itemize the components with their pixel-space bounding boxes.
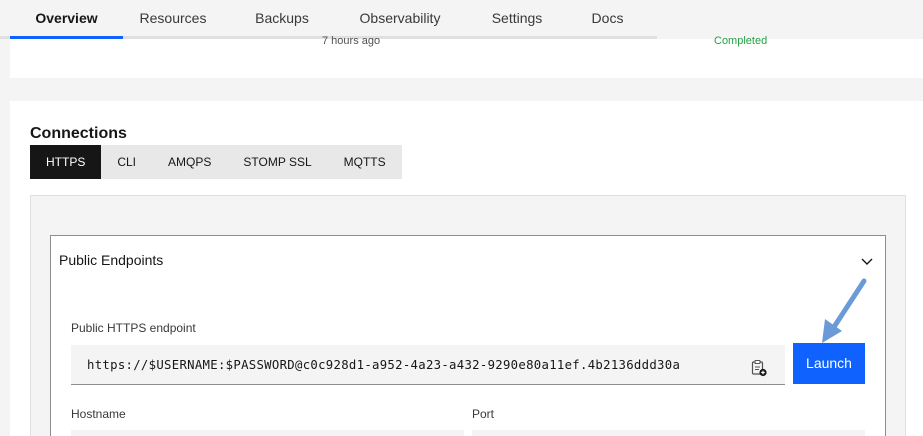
tab-https[interactable]: HTTPS — [30, 145, 102, 179]
hostname-field[interactable] — [71, 430, 464, 436]
accordion-title: Public Endpoints — [59, 252, 164, 268]
tab-observability[interactable]: Observability — [342, 0, 458, 39]
public-endpoints-accordion[interactable] — [50, 235, 886, 436]
summary-card: 7 hours ago Completed — [10, 35, 923, 78]
tab-docs[interactable]: Docs — [575, 0, 640, 39]
port-field[interactable] — [472, 430, 865, 436]
endpoint-field[interactable]: https://$USERNAME:$PASSWORD@c0c928d1-a95… — [71, 345, 785, 385]
endpoint-value[interactable]: https://$USERNAME:$PASSWORD@c0c928d1-a95… — [87, 358, 731, 372]
tab-resources[interactable]: Resources — [123, 0, 223, 39]
tab-settings[interactable]: Settings — [476, 0, 558, 39]
endpoint-label: Public HTTPS endpoint — [71, 321, 196, 335]
tab-overview[interactable]: Overview — [10, 0, 123, 39]
pointer-arrow-icon — [822, 278, 867, 343]
port-label: Port — [472, 407, 495, 421]
hostname-label: Hostname — [71, 407, 126, 421]
launch-button[interactable]: Launch — [793, 343, 865, 384]
chevron-down-icon[interactable] — [859, 253, 875, 269]
connection-tabs: HTTPS CLI AMQPS STOMP SSL MQTTS — [30, 145, 402, 179]
tab-backups[interactable]: Backups — [235, 0, 329, 39]
tab-stomp-ssl[interactable]: STOMP SSL — [227, 145, 327, 179]
status-text: Completed — [714, 35, 768, 47]
last-updated-text: 7 hours ago — [322, 35, 381, 47]
tab-amqps[interactable]: AMQPS — [152, 145, 227, 179]
top-tab-bar: Overview Resources Backups Observability… — [0, 0, 923, 39]
copy-clipboard-icon[interactable] — [750, 359, 768, 377]
connections-title: Connections — [30, 125, 127, 142]
tab-cli[interactable]: CLI — [101, 145, 152, 179]
tab-mqtts[interactable]: MQTTS — [328, 145, 402, 179]
